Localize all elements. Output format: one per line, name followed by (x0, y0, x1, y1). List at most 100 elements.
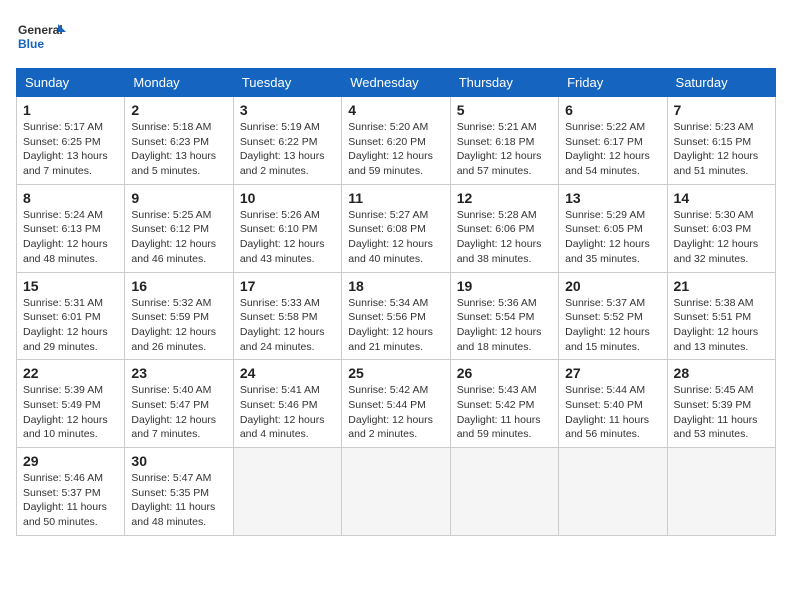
svg-text:Blue: Blue (18, 37, 44, 51)
day-number: 29 (23, 453, 118, 469)
calendar-day-cell (342, 448, 450, 536)
calendar-day-cell: 25 Sunrise: 5:42 AMSunset: 5:44 PMDayligh… (342, 360, 450, 448)
calendar-day-cell: 8Sunrise: 5:24 AMSunset: 6:13 PMDaylight… (17, 184, 125, 272)
calendar-day-cell: 12Sunrise: 5:28 AMSunset: 6:06 PMDayligh… (450, 184, 558, 272)
day-of-week-header: Friday (559, 69, 667, 97)
day-info: Sunrise: 5:46 AMSunset: 5:37 PMDaylight:… (23, 471, 118, 530)
day-number: 6 (565, 102, 660, 118)
day-number: 26 (457, 365, 552, 381)
calendar-header-row: SundayMondayTuesdayWednesdayThursdayFrid… (17, 69, 776, 97)
day-number: 10 (240, 190, 335, 206)
svg-text:General: General (18, 23, 63, 37)
day-number: 20 (565, 278, 660, 294)
day-info: Sunrise: 5:33 AMSunset: 5:58 PMDaylight:… (240, 296, 335, 355)
day-info: Sunrise: 5:18 AMSunset: 6:23 PMDaylight:… (131, 120, 226, 179)
day-number: 15 (23, 278, 118, 294)
day-number: 21 (674, 278, 769, 294)
day-of-week-header: Saturday (667, 69, 775, 97)
calendar-week-row: 1Sunrise: 5:17 AMSunset: 6:25 PMDaylight… (17, 97, 776, 185)
calendar-day-cell: 20 Sunrise: 5:37 AMSunset: 5:52 PMDayligh… (559, 272, 667, 360)
day-of-week-header: Sunday (17, 69, 125, 97)
day-number: 4 (348, 102, 443, 118)
calendar-day-cell: 28Sunrise: 5:45 AMSunset: 5:39 PMDayligh… (667, 360, 775, 448)
calendar-day-cell: 18 Sunrise: 5:34 AMSunset: 5:56 PMDayligh… (342, 272, 450, 360)
calendar-day-cell: 7 Sunrise: 5:23 AMSunset: 6:15 PMDaylight… (667, 97, 775, 185)
day-info: Sunrise: 5:17 AMSunset: 6:25 PMDaylight:… (23, 120, 118, 179)
logo-svg: General Blue (16, 16, 66, 58)
day-of-week-header: Wednesday (342, 69, 450, 97)
day-info: Sunrise: 5:40 AMSunset: 5:47 PMDaylight:… (131, 383, 226, 442)
day-of-week-header: Monday (125, 69, 233, 97)
calendar-day-cell (450, 448, 558, 536)
calendar-day-cell: 11Sunrise: 5:27 AMSunset: 6:08 PMDayligh… (342, 184, 450, 272)
day-info: Sunrise: 5:43 AMSunset: 5:42 PMDaylight:… (457, 383, 552, 442)
day-number: 2 (131, 102, 226, 118)
day-info: Sunrise: 5:32 AMSunset: 5:59 PMDaylight:… (131, 296, 226, 355)
day-number: 25 (348, 365, 443, 381)
day-number: 14 (674, 190, 769, 206)
calendar-week-row: 22Sunrise: 5:39 AMSunset: 5:49 PMDayligh… (17, 360, 776, 448)
calendar-day-cell: 9 Sunrise: 5:25 AMSunset: 6:12 PMDaylight… (125, 184, 233, 272)
day-info: Sunrise: 5:42 AMSunset: 5:44 PMDaylight:… (348, 383, 443, 442)
day-number: 8 (23, 190, 118, 206)
day-number: 12 (457, 190, 552, 206)
day-number: 16 (131, 278, 226, 294)
day-info: Sunrise: 5:23 AMSunset: 6:15 PMDaylight:… (674, 120, 769, 179)
day-number: 22 (23, 365, 118, 381)
day-number: 5 (457, 102, 552, 118)
calendar-day-cell: 24 Sunrise: 5:41 AMSunset: 5:46 PMDayligh… (233, 360, 341, 448)
day-info: Sunrise: 5:37 AMSunset: 5:52 PMDaylight:… (565, 296, 660, 355)
calendar-day-cell: 3 Sunrise: 5:19 AMSunset: 6:22 PMDaylight… (233, 97, 341, 185)
day-info: Sunrise: 5:38 AMSunset: 5:51 PMDaylight:… (674, 296, 769, 355)
day-number: 24 (240, 365, 335, 381)
calendar-day-cell: 26 Sunrise: 5:43 AMSunset: 5:42 PMDayligh… (450, 360, 558, 448)
day-info: Sunrise: 5:20 AMSunset: 6:20 PMDaylight:… (348, 120, 443, 179)
calendar-day-cell: 17 Sunrise: 5:33 AMSunset: 5:58 PMDayligh… (233, 272, 341, 360)
calendar-day-cell: 27Sunrise: 5:44 AMSunset: 5:40 PMDayligh… (559, 360, 667, 448)
day-info: Sunrise: 5:25 AMSunset: 6:12 PMDaylight:… (131, 208, 226, 267)
calendar-day-cell: 10 Sunrise: 5:26 AMSunset: 6:10 PMDayligh… (233, 184, 341, 272)
day-number: 7 (674, 102, 769, 118)
calendar-day-cell: 16 Sunrise: 5:32 AMSunset: 5:59 PMDayligh… (125, 272, 233, 360)
calendar-day-cell: 1Sunrise: 5:17 AMSunset: 6:25 PMDaylight… (17, 97, 125, 185)
day-number: 11 (348, 190, 443, 206)
calendar-day-cell: 29 Sunrise: 5:46 AMSunset: 5:37 PMDayligh… (17, 448, 125, 536)
calendar-week-row: 8Sunrise: 5:24 AMSunset: 6:13 PMDaylight… (17, 184, 776, 272)
day-number: 17 (240, 278, 335, 294)
calendar-day-cell: 4 Sunrise: 5:20 AMSunset: 6:20 PMDaylight… (342, 97, 450, 185)
day-number: 23 (131, 365, 226, 381)
day-number: 3 (240, 102, 335, 118)
day-info: Sunrise: 5:19 AMSunset: 6:22 PMDaylight:… (240, 120, 335, 179)
day-info: Sunrise: 5:41 AMSunset: 5:46 PMDaylight:… (240, 383, 335, 442)
calendar-day-cell (559, 448, 667, 536)
calendar-day-cell: 21 Sunrise: 5:38 AMSunset: 5:51 PMDayligh… (667, 272, 775, 360)
calendar-day-cell: 5 Sunrise: 5:21 AMSunset: 6:18 PMDaylight… (450, 97, 558, 185)
day-info: Sunrise: 5:34 AMSunset: 5:56 PMDaylight:… (348, 296, 443, 355)
calendar-day-cell (667, 448, 775, 536)
calendar-day-cell: 6 Sunrise: 5:22 AMSunset: 6:17 PMDaylight… (559, 97, 667, 185)
day-number: 27 (565, 365, 660, 381)
calendar-day-cell (233, 448, 341, 536)
day-info: Sunrise: 5:21 AMSunset: 6:18 PMDaylight:… (457, 120, 552, 179)
calendar-day-cell: 23 Sunrise: 5:40 AMSunset: 5:47 PMDayligh… (125, 360, 233, 448)
calendar-day-cell: 14Sunrise: 5:30 AMSunset: 6:03 PMDayligh… (667, 184, 775, 272)
day-number: 9 (131, 190, 226, 206)
calendar-day-cell: 15 Sunrise: 5:31 AMSunset: 6:01 PMDayligh… (17, 272, 125, 360)
calendar-day-cell: 13 Sunrise: 5:29 AMSunset: 6:05 PMDayligh… (559, 184, 667, 272)
calendar-week-row: 15 Sunrise: 5:31 AMSunset: 6:01 PMDayligh… (17, 272, 776, 360)
day-info: Sunrise: 5:45 AMSunset: 5:39 PMDaylight:… (674, 383, 769, 442)
day-info: Sunrise: 5:31 AMSunset: 6:01 PMDaylight:… (23, 296, 118, 355)
calendar-day-cell: 2 Sunrise: 5:18 AMSunset: 6:23 PMDaylight… (125, 97, 233, 185)
day-of-week-header: Thursday (450, 69, 558, 97)
day-info: Sunrise: 5:36 AMSunset: 5:54 PMDaylight:… (457, 296, 552, 355)
day-number: 13 (565, 190, 660, 206)
day-info: Sunrise: 5:29 AMSunset: 6:05 PMDaylight:… (565, 208, 660, 267)
day-info: Sunrise: 5:22 AMSunset: 6:17 PMDaylight:… (565, 120, 660, 179)
calendar-day-cell: 30Sunrise: 5:47 AMSunset: 5:35 PMDayligh… (125, 448, 233, 536)
calendar-table: SundayMondayTuesdayWednesdayThursdayFrid… (16, 68, 776, 536)
logo: General Blue (16, 16, 66, 58)
day-info: Sunrise: 5:26 AMSunset: 6:10 PMDaylight:… (240, 208, 335, 267)
day-number: 30 (131, 453, 226, 469)
calendar-day-cell: 19Sunrise: 5:36 AMSunset: 5:54 PMDayligh… (450, 272, 558, 360)
day-number: 18 (348, 278, 443, 294)
